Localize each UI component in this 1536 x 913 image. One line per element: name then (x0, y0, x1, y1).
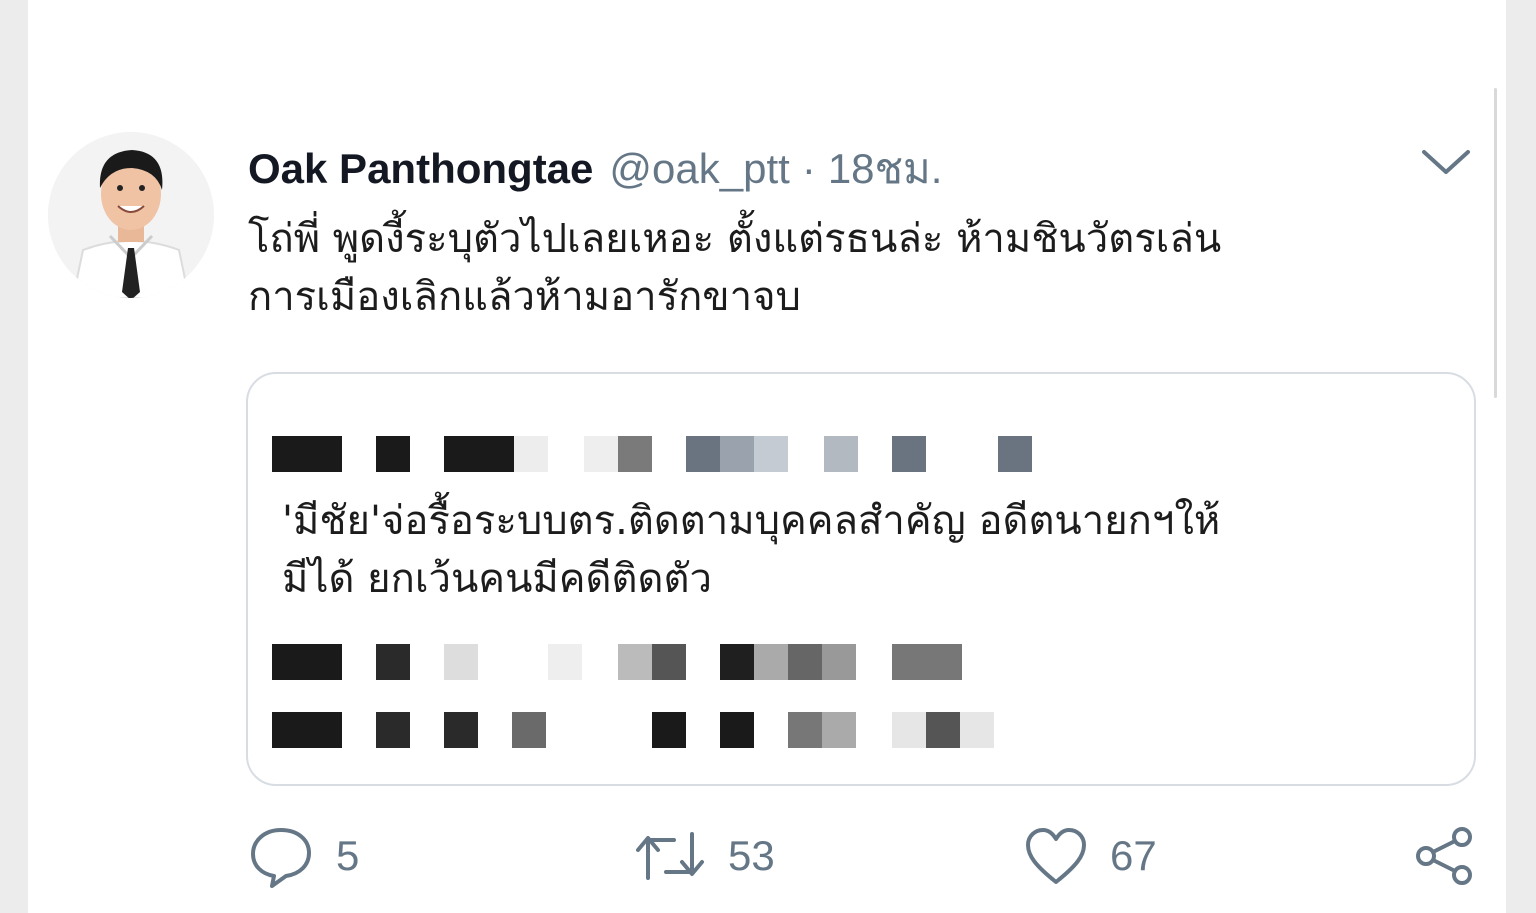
retweet-button[interactable]: 53 (634, 820, 775, 892)
tweet-text: โถ่พี่ พูดงี้ระบุตัวไปเลยเหอะ ตั้งแต่รธน… (248, 210, 1458, 326)
quote-text-line: 'มีชัย'จ่อรื้อระบบตร.ติดตามบุคคลสำคัญ อด… (282, 498, 1221, 544)
action-bar: 5 53 67 (0, 820, 1536, 900)
like-count: 67 (1110, 832, 1157, 879)
speech-bubble-icon (251, 828, 311, 888)
user-handle[interactable]: @oak_ptt (609, 145, 789, 193)
timestamp[interactable]: 18ชม. (828, 136, 943, 202)
quoted-tweet-text: 'มีชัย'จ่อรื้อระบบตร.ติดตามบุคคลสำคัญ อด… (282, 492, 1442, 608)
like-button[interactable]: 67 (1024, 820, 1157, 892)
retweet-count: 53 (728, 832, 775, 879)
avatar-image (48, 132, 214, 298)
reply-button[interactable]: 5 (248, 820, 359, 892)
share-nodes-icon (1416, 827, 1472, 885)
tweet-text-line: การเมืองเลิกแล้วห้ามอารักขาจบ (248, 274, 801, 320)
display-name[interactable]: Oak Panthongtae (248, 145, 593, 193)
chevron-down-icon[interactable] (1418, 142, 1474, 182)
scroll-indicator (1494, 88, 1497, 398)
tweet-header: Oak Panthongtae @oak_ptt · 18ชม. (248, 136, 942, 196)
avatar[interactable] (48, 132, 214, 298)
heart-icon (1026, 828, 1086, 884)
tweet-text-line: โถ่พี่ พูดงี้ระบุตัวไปเลยเหอะ ตั้งแต่รธน… (248, 216, 1222, 262)
share-button[interactable] (1414, 820, 1476, 892)
separator-dot: · (801, 145, 816, 192)
quote-text-line: มีได้ ยกเว้นคนมีคดีติดตัว (282, 556, 712, 602)
reply-count: 5 (336, 832, 360, 879)
quoted-tweet[interactable]: 'มีชัย'จ่อรื้อระบบตร.ติดตามบุคคลสำคัญ อด… (246, 372, 1476, 786)
retweet-arrows-icon (636, 832, 704, 880)
